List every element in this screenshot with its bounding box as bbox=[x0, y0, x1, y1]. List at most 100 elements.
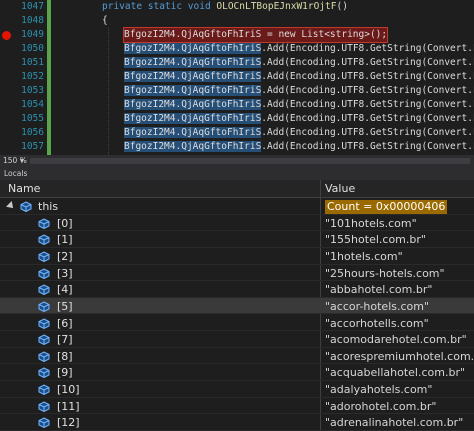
call-text: Add(Encoding.UTF8.GetString(Convert.F bbox=[267, 71, 474, 82]
code-line[interactable]: 1053 BfgozI2M4.QjAqGftoFhIriS.Add(Encodi… bbox=[0, 84, 474, 98]
code-text: BfgozI2M4.QjAqGftoFhIriS.Add(Encoding.UT… bbox=[124, 84, 474, 98]
name-column-header[interactable]: Name bbox=[8, 180, 40, 197]
code-text: BfgozI2M4.QjAqGftoFhIriS.Add(Encoding.UT… bbox=[124, 140, 474, 154]
item-index: [10] bbox=[57, 383, 80, 397]
line-number: 1050 bbox=[21, 43, 44, 54]
object-field-icon bbox=[38, 268, 50, 279]
item-index: [6] bbox=[57, 316, 73, 330]
object-field-icon bbox=[38, 351, 50, 362]
call-text: Add(Encoding.UTF8.GetString(Convert.F bbox=[267, 43, 474, 54]
locals-row-item[interactable]: [9] "acquabellahotel.com.br" bbox=[0, 364, 474, 382]
selected-text: BfgozI2M4.QjAqGftoFhIriS bbox=[124, 43, 262, 54]
line-number: 1054 bbox=[21, 99, 44, 110]
locals-column-header: Name Value bbox=[0, 180, 474, 198]
object-field-icon bbox=[38, 384, 50, 396]
locals-row-item[interactable]: [2] "1hotels.com" bbox=[0, 248, 474, 265]
object-field-icon bbox=[38, 401, 50, 412]
object-name: BfgozI2M4 bbox=[124, 141, 176, 152]
line-number: 1055 bbox=[21, 113, 44, 124]
object-field-icon bbox=[20, 201, 32, 212]
locals-row-item[interactable]: [4] "abbahotel.com.br" bbox=[0, 281, 474, 298]
field-name: QjAqGftoFhIriS bbox=[181, 85, 262, 96]
line-number: 1049 bbox=[21, 29, 44, 40]
call-text: Add(Encoding.UTF8.GetString(Convert.F bbox=[267, 113, 474, 124]
item-value: "adrenalinahotel.com.br" bbox=[325, 416, 464, 430]
item-index: [3] bbox=[57, 266, 73, 280]
code-line[interactable]: 1055 BfgozI2M4.QjAqGftoFhIriS.Add(Encodi… bbox=[0, 112, 474, 126]
object-field-icon bbox=[38, 301, 50, 312]
selected-text: BfgozI2M4.QjAqGftoFhIriS bbox=[124, 71, 262, 82]
item-index: [12] bbox=[57, 416, 80, 430]
object-field-icon bbox=[38, 234, 50, 246]
item-value: "101hotels.com" bbox=[325, 216, 417, 230]
horizontal-scrollbar[interactable] bbox=[30, 158, 470, 164]
object-name: BfgozI2M4 bbox=[124, 71, 176, 82]
punctuation-text: () bbox=[336, 1, 348, 12]
code-text: BfgozI2M4.QjAqGftoFhIriS.Add(Encoding.UT… bbox=[124, 70, 474, 84]
code-editor[interactable]: 1047 private static void OLOCnLTBopEJnxW… bbox=[0, 0, 474, 155]
item-index: [0] bbox=[57, 216, 73, 230]
code-line[interactable]: 1052 BfgozI2M4.QjAqGftoFhIriS.Add(Encodi… bbox=[0, 70, 474, 84]
code-line[interactable]: 1054 BfgozI2M4.QjAqGftoFhIriS.Add(Encodi… bbox=[0, 98, 474, 112]
field-name: QjAqGftoFhIriS bbox=[181, 141, 262, 152]
item-index: [9] bbox=[57, 366, 73, 380]
line-number: 1051 bbox=[21, 57, 44, 68]
code-line[interactable]: 1050 BfgozI2M4.QjAqGftoFhIriS.Add(Encodi… bbox=[0, 42, 474, 56]
locals-row-item[interactable]: [1] "155hotel.com.br" bbox=[0, 231, 474, 248]
locals-row-item[interactable]: [12] "adrenalinahotel.com.br" bbox=[0, 414, 474, 431]
locals-row-item[interactable]: [10] "adalyahotels.com" bbox=[0, 381, 474, 398]
object-field-icon bbox=[38, 317, 50, 329]
locals-row-item[interactable]: [6] "accorhotells.com" bbox=[0, 315, 474, 332]
object-field-icon bbox=[38, 417, 50, 429]
code-text: BfgozI2M4.QjAqGftoFhIriS.Add(Encoding.UT… bbox=[124, 112, 474, 126]
locals-window-title[interactable]: Locals bbox=[0, 167, 474, 180]
object-name: BfgozI2M4 bbox=[124, 99, 176, 110]
code-text: BfgozI2M4.QjAqGftoFhIriS.Add(Encoding.UT… bbox=[124, 126, 474, 140]
item-index: [1] bbox=[57, 233, 73, 247]
item-value: "adorohotel.com.br" bbox=[325, 399, 437, 413]
code-line[interactable]: 1056 BfgozI2M4.QjAqGftoFhIriS.Add(Encodi… bbox=[0, 126, 474, 140]
locals-row-this[interactable]: this Count = 0x00000406 bbox=[0, 198, 474, 215]
locals-row-item-selected[interactable]: [5] "accor-hotels.com" bbox=[0, 297, 474, 315]
field-name: QjAqGftoFhIriS bbox=[181, 57, 262, 68]
method-name-text: OLOCnLTBopEJnxW1rOjtF bbox=[216, 1, 337, 12]
variable-name: this bbox=[38, 200, 59, 213]
call-text: Add(Encoding.UTF8.GetString(Convert.F bbox=[267, 141, 474, 152]
locals-row-item[interactable]: [7] "acomodarehotel.com.br" bbox=[0, 331, 474, 348]
value-column-header[interactable]: Value bbox=[325, 180, 355, 197]
chevron-down-icon[interactable]: ▾ bbox=[20, 155, 24, 167]
visual-studio-debugger: 1047 private static void OLOCnLTBopEJnxW… bbox=[0, 0, 474, 431]
call-text: Add(Encoding.UTF8.GetString(Convert.F bbox=[267, 99, 474, 110]
call-text: Add(Encoding.UTF8.GetString(Convert.F bbox=[267, 127, 474, 138]
object-field-icon bbox=[38, 284, 50, 296]
code-line-breakpoint[interactable]: 1049 BfgozI2M4.QjAqGftoFhIriS = new List… bbox=[0, 27, 474, 43]
code-line[interactable]: 1051 BfgozI2M4.QjAqGftoFhIriS.Add(Encodi… bbox=[0, 56, 474, 70]
locals-row-item[interactable]: [11] "adorohotel.com.br" bbox=[0, 398, 474, 415]
field-name: QjAqGftoFhIriS bbox=[181, 113, 262, 124]
locals-row-item[interactable]: [8] "acorespremiumhotel.com.br" bbox=[0, 348, 474, 365]
item-index: [2] bbox=[57, 249, 73, 263]
selected-text: BfgozI2M4.QjAqGftoFhIriS bbox=[124, 85, 262, 96]
locals-row-item[interactable]: [0] "101hotels.com" bbox=[0, 215, 474, 232]
code-line[interactable]: 1047 private static void OLOCnLTBopEJnxW… bbox=[0, 0, 474, 14]
expander-icon[interactable] bbox=[6, 201, 16, 211]
object-name: BfgozI2M4 bbox=[124, 85, 176, 96]
item-value: "abbahotel.com.br" bbox=[325, 283, 433, 297]
breakpoint-icon[interactable] bbox=[2, 31, 11, 40]
object-name: BfgozI2M4 bbox=[124, 113, 176, 124]
code-line[interactable]: 1057 BfgozI2M4.QjAqGftoFhIriS.Add(Encodi… bbox=[0, 140, 474, 154]
selected-text: BfgozI2M4.QjAqGftoFhIriS bbox=[124, 99, 262, 110]
item-index: [11] bbox=[57, 399, 80, 413]
item-index: [7] bbox=[57, 333, 73, 347]
code-text: BfgozI2M4.QjAqGftoFhIriS.Add(Encoding.UT… bbox=[124, 98, 474, 112]
item-value: "1hotels.com" bbox=[325, 249, 403, 263]
field-name: QjAqGftoFhIriS bbox=[181, 127, 262, 138]
item-index: [5] bbox=[57, 299, 73, 313]
code-line[interactable]: 1048 { bbox=[0, 14, 474, 28]
locals-row-item[interactable]: [3] "25hours-hotels.com" bbox=[0, 265, 474, 282]
item-value: "accor-hotels.com" bbox=[325, 299, 430, 313]
line-number: 1056 bbox=[21, 127, 44, 138]
field-name: QjAqGftoFhIriS bbox=[181, 99, 262, 110]
object-name: BfgozI2M4 bbox=[124, 127, 176, 138]
item-value: "acquabellahotel.com.br" bbox=[325, 366, 466, 380]
